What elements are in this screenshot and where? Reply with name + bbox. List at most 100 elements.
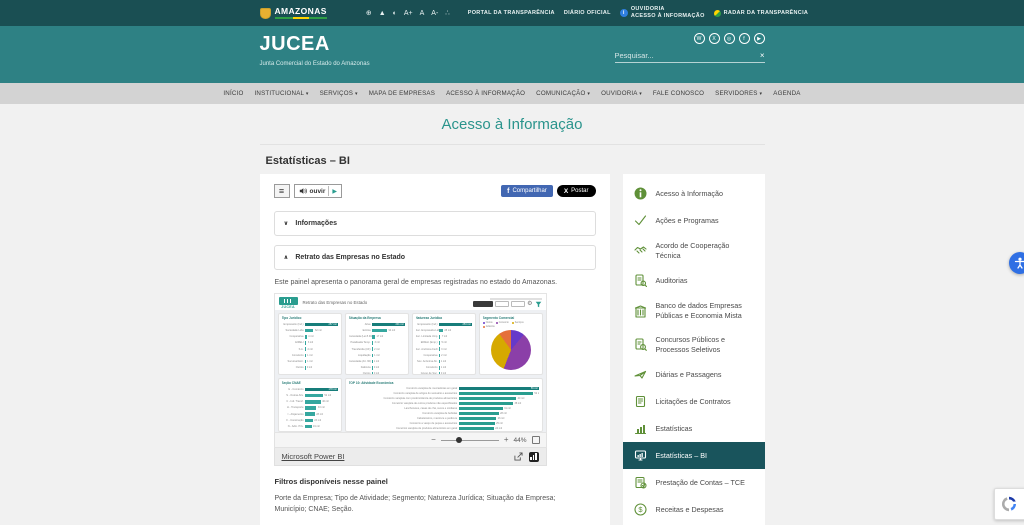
- libras-icon[interactable]: ▲: [379, 10, 386, 17]
- sidebar-item-receitas-despesas[interactable]: $ Receitas e Despesas: [623, 496, 765, 523]
- contrast-icon[interactable]: ◐: [393, 10, 397, 17]
- dashboard-tab-3[interactable]: [511, 301, 525, 307]
- accordion-informacoes[interactable]: ∨ Informações: [274, 211, 596, 236]
- bar-row: Sucursal Estr. 1 mil: [282, 359, 338, 364]
- facebook-icon[interactable]: f: [739, 33, 750, 44]
- radar-transparencia-link[interactable]: RADAR DA TRANSPARÊNCIA: [714, 10, 809, 17]
- bar-row: Cancelada (Lei 8.934) 17 mil: [349, 334, 405, 339]
- nav-item[interactable]: ACESSO À INFORMAÇÃO ▾: [446, 90, 525, 97]
- powerbi-logo-icon[interactable]: [529, 452, 539, 462]
- gear-icon[interactable]: ⚙: [527, 301, 532, 307]
- play-icon[interactable]: ▶: [332, 188, 337, 195]
- bar-row: Comércio varejista com predominância de …: [349, 397, 539, 401]
- dashboard-tab-active[interactable]: [473, 301, 493, 307]
- bar-row: Soc. Anônima Fech. 3 mil: [416, 347, 472, 352]
- amazonas-flag-bars: [275, 17, 327, 19]
- sidebar-item-acesso-a-informacao[interactable]: Acesso à Informação: [623, 180, 765, 207]
- font-decrease-button[interactable]: A-: [431, 10, 438, 17]
- bar-row: Soc. Anônima Ab. 1 mil: [416, 359, 472, 364]
- diario-oficial-link[interactable]: DIÁRIO OFICIAL: [564, 10, 611, 16]
- font-normal-button[interactable]: A: [420, 10, 425, 17]
- bar-row: Empresário (Ind.) 257 mil: [282, 322, 338, 327]
- last-updated-text: [490, 298, 542, 300]
- bar-row: Comércio varejista de produtos alimentíc…: [349, 426, 539, 430]
- nav-item[interactable]: SERVIDORES ▾: [715, 90, 762, 97]
- bar-row: Cabeleireiros, manicure e pedicure 26 mi…: [349, 416, 539, 420]
- facebook-share-button[interactable]: f Compartilhar: [501, 185, 553, 197]
- bar-row: Cooperativa 4 mil: [282, 334, 338, 339]
- sidebar-item-concursos[interactable]: Concursos Públicos e Processos Seletivos: [623, 328, 765, 361]
- zoom-in-button[interactable]: +: [504, 436, 509, 444]
- portal-transparencia-link[interactable]: PORTAL DA TRANSPARÊNCIA: [468, 10, 555, 16]
- font-increase-button[interactable]: A+: [404, 10, 413, 17]
- radar-icon: [714, 10, 721, 17]
- bar-row: Obras de alvenaria e acabamento 22 mil: [349, 431, 539, 432]
- panel-top10-atividade: TOP 10: Atividade Econômica Comércio var…: [345, 378, 543, 432]
- nav-item[interactable]: OUVIDORIA ▾: [601, 90, 642, 97]
- powerbi-embed[interactable]: JUCEA Retrato das Empresas no Estado ⚙: [274, 293, 547, 433]
- bar-row: Outros 0 mil: [282, 365, 338, 370]
- sidebar-item-estatisticas-bi[interactable]: Estatísticas – BI: [623, 442, 765, 469]
- sitemap-icon[interactable]: ∴: [445, 9, 449, 17]
- amazonas-logo[interactable]: AMAZONAS: [260, 7, 327, 19]
- site-title[interactable]: JUCEA: [260, 33, 370, 55]
- nav-item[interactable]: MAPA DE EMPRESAS ▾: [369, 90, 435, 97]
- filter-icon[interactable]: [535, 301, 542, 308]
- bar-row: I - Alojamento 28 mil: [282, 412, 338, 417]
- bar-row: Ativa 201 mil: [349, 322, 405, 327]
- monitor-chart-icon: [633, 449, 648, 462]
- bar-row: Grupo de Soc. 0 mil: [416, 372, 472, 376]
- nav-item[interactable]: SERVIÇOS ▾: [320, 90, 358, 97]
- bar-row: Comércio a varejo de peças e acessórios …: [349, 421, 539, 425]
- accessibility-widget[interactable]: [1009, 252, 1024, 274]
- sidebar-item-prestacao-contas[interactable]: Prestação de Contas – TCE: [623, 469, 765, 496]
- accessibility-controls: ⊕ ▲ ◐ A+ A A- ∴: [366, 9, 450, 17]
- bar-row: EIRELI 3 mil: [282, 341, 338, 346]
- nav-item[interactable]: INÍCIO ▾: [223, 90, 243, 97]
- sidebar-item-acordo-cooperacao[interactable]: Acordo de Cooperação Técnica: [623, 234, 765, 267]
- share-icon[interactable]: [514, 452, 523, 461]
- instagram-icon[interactable]: ◎: [724, 33, 735, 44]
- bar-row: Consórcio 1 mil: [416, 365, 472, 370]
- zoom-slider[interactable]: [441, 440, 499, 441]
- accessibility-globe-icon[interactable]: ⊕: [366, 9, 372, 17]
- listen-button[interactable]: ouvir ▶: [294, 184, 343, 198]
- panel-segmento-comercial: Segmento Comercial Outros Comércio Servi…: [479, 313, 543, 375]
- zoom-slider-thumb[interactable]: [456, 437, 462, 443]
- bar-row: EIRELI (Emp.) 5 mil: [416, 341, 472, 346]
- x-post-button[interactable]: X Postar: [557, 185, 596, 197]
- bar-row: Paralisada Temp. 3 mil: [349, 341, 405, 346]
- zoom-out-button[interactable]: −: [431, 436, 436, 444]
- bar-row: Comércio varejista de outros produtos nã…: [349, 402, 539, 406]
- sidebar-item-licitacoes[interactable]: Licitações de Contratos: [623, 388, 765, 415]
- fit-to-page-icon[interactable]: [532, 436, 540, 444]
- nav-item[interactable]: COMUNICAÇÃO ▾: [536, 90, 590, 97]
- bar-row: Liquidação 1 mil: [349, 353, 405, 358]
- panel-secao-cnae: Seção CNAE G - Comércio 178 mil: [278, 378, 342, 432]
- chevron-down-icon: ▾: [760, 91, 763, 97]
- filters-text: Porte da Empresa; Tipo de Atividade; Seg…: [275, 493, 575, 515]
- site-header: JUCEA Junta Comercial do Estado do Amazo…: [0, 26, 1024, 83]
- microsoft-powerbi-link[interactable]: Microsoft Power BI: [282, 452, 508, 461]
- nav-item[interactable]: INSTITUCIONAL ▾: [254, 90, 308, 97]
- x-twitter-icon[interactable]: X: [709, 33, 720, 44]
- sidebar-item-estatisticas[interactable]: Estatísticas: [623, 415, 765, 442]
- search-input[interactable]: [615, 51, 760, 60]
- whatsapp-icon[interactable]: W: [694, 33, 705, 44]
- search-close-icon[interactable]: ×: [760, 52, 765, 60]
- sidebar-item-acoes-e-programas[interactable]: Ações e Programas: [623, 207, 765, 234]
- accordion-retrato-empresas[interactable]: ∧ Retrato das Empresas no Estado: [274, 245, 596, 270]
- check-icon: [633, 214, 648, 227]
- panel-natureza-juridica: Natureza Jurídica Empresário (Ind.) 253 …: [412, 313, 476, 375]
- sidebar-item-diarias-passagens[interactable]: Diárias e Passagens: [623, 361, 765, 388]
- youtube-icon[interactable]: ▶: [754, 33, 765, 44]
- sidebar-item-banco-de-dados[interactable]: Banco de dados Empresas Públicas e Econo…: [623, 294, 765, 327]
- powerbi-zoom-bar: − + 44%: [274, 433, 547, 448]
- sidebar-item-auditorias[interactable]: Auditorias: [623, 267, 765, 294]
- reader-menu-button[interactable]: ≡: [274, 184, 290, 198]
- bar-row: Lanchonetes, casas de chá, sucos e simil…: [349, 407, 539, 411]
- ouvidoria-acesso-link[interactable]: i OUVIDORIA ACESSO À INFORMAÇÃO: [620, 6, 705, 19]
- nav-item[interactable]: FALE CONOSCO ▾: [653, 90, 704, 97]
- dashboard-tab-2[interactable]: [495, 301, 509, 307]
- nav-item[interactable]: AGENDA ▾: [773, 90, 800, 97]
